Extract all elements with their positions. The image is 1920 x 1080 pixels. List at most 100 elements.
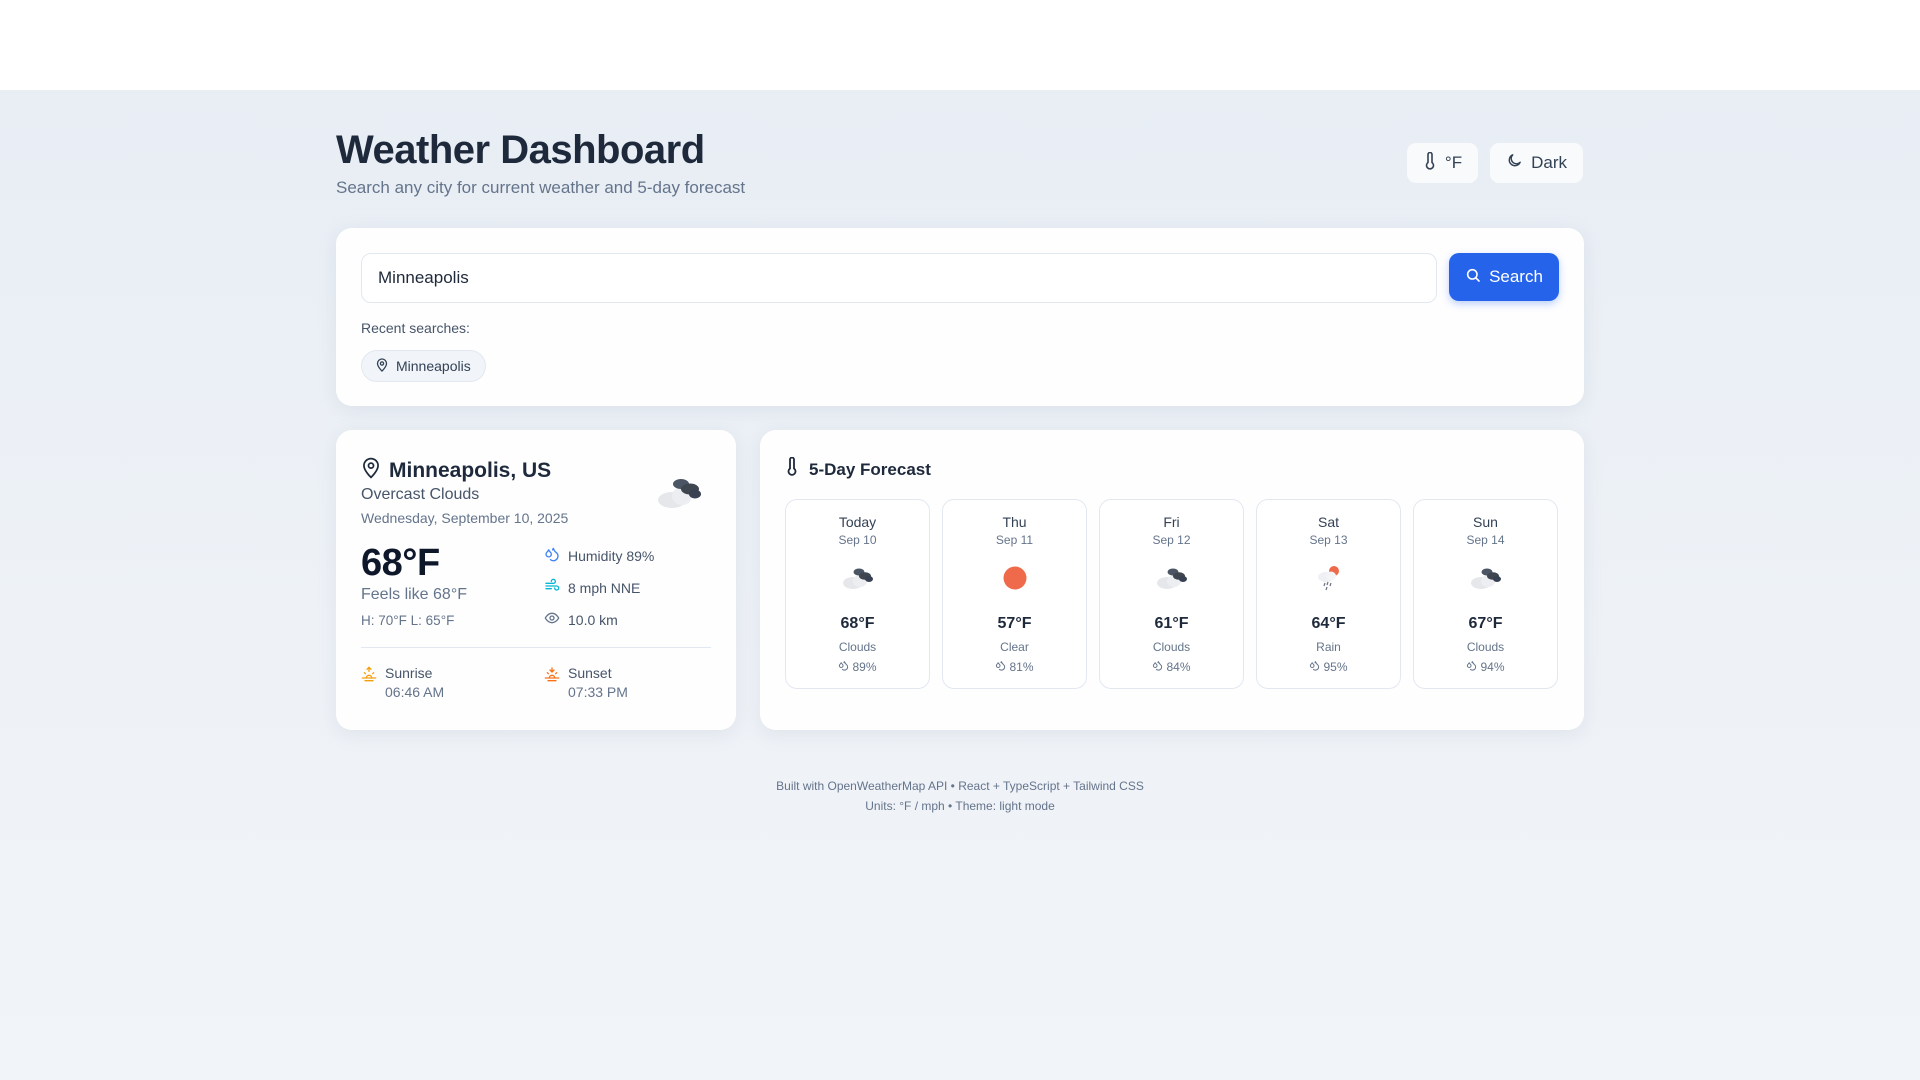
wind-value: 8 mph NNE (568, 579, 641, 596)
humidity-value: Humidity 89% (568, 547, 655, 564)
day-temperature: 67°F (1468, 615, 1503, 632)
page-footer: Built with OpenWeatherMap API • React + … (336, 776, 1584, 816)
recent-searches-label: Recent searches: (361, 320, 470, 336)
header-actions: °F Dark (1405, 142, 1584, 184)
day-date: Sep 11 (995, 533, 1034, 547)
overcast-clouds-icon (652, 468, 708, 517)
search-button[interactable]: Search (1449, 253, 1559, 301)
sunset-time: 07:33 PM (568, 684, 628, 700)
city-name: Minneapolis, US (389, 458, 552, 482)
current-temperature: 68°F (361, 542, 440, 584)
clouds-icon (1468, 562, 1504, 597)
page-subtitle: Search any city for current weather and … (336, 178, 746, 197)
feels-like: Feels like 68°F (361, 586, 467, 603)
day-humidity-value: 95% (1323, 660, 1348, 674)
footer-credits: Built with OpenWeatherMap API • React + … (776, 779, 1144, 793)
droplets-icon (995, 660, 1006, 674)
day-humidity: 81% (943, 660, 1086, 674)
forecast-card: 5-Day Forecast Today Sep 10 68°F Clouds … (760, 430, 1584, 730)
search-card: Search Recent searches: Minneapolis (336, 228, 1584, 406)
current-weather-card: Minneapolis, US Overcast Clouds Wednesda… (336, 430, 736, 730)
page-title: Weather Dashboard (336, 128, 705, 172)
day-name: Sat (1317, 514, 1339, 530)
day-date: Sep 10 (838, 533, 877, 547)
sun-icon (997, 562, 1033, 597)
current-date: Wednesday, September 10, 2025 (361, 510, 569, 526)
day-temperature: 61°F (1154, 615, 1189, 632)
forecast-day: Sat Sep 13 64°F Rain 95% (1256, 499, 1401, 689)
day-name: Thu (1002, 514, 1027, 530)
footer-settings: Units: °F / mph • Theme: light mode (865, 799, 1055, 813)
humidity-stat: Humidity 89% (544, 546, 654, 565)
day-condition: Clouds (1152, 640, 1191, 654)
day-temperature: 64°F (1311, 615, 1346, 632)
city-search-input[interactable] (361, 253, 1437, 303)
forecast-day: Sun Sep 14 67°F Clouds 94% (1413, 499, 1558, 689)
day-temperature: 68°F (840, 615, 875, 632)
map-pin-icon (376, 357, 388, 375)
day-date: Sep 13 (1309, 533, 1348, 547)
rain-icon (1311, 562, 1347, 597)
weather-description: Overcast Clouds (361, 486, 480, 503)
day-date: Sep 14 (1466, 533, 1505, 547)
droplets-icon (1466, 660, 1477, 674)
day-condition: Clouds (838, 640, 877, 654)
divider (361, 647, 711, 648)
day-humidity: 89% (786, 660, 929, 674)
thermometer-icon (1423, 151, 1437, 175)
unit-toggle-label: °F (1444, 153, 1463, 172)
search-icon (1465, 267, 1481, 288)
forecast-title: 5-Day Forecast (809, 459, 931, 479)
sunset-label: Sunset (568, 665, 612, 681)
page-header: Weather Dashboard Search any city for cu… (336, 126, 1584, 206)
day-humidity-value: 81% (1009, 660, 1034, 674)
sunrise-label: Sunrise (385, 665, 433, 681)
unit-toggle-button[interactable]: °F (1405, 142, 1480, 184)
forecast-day: Thu Sep 11 57°F Clear 81% (942, 499, 1087, 689)
visibility-value: 10.0 km (568, 611, 618, 628)
day-name: Today (838, 514, 877, 530)
top-bar (0, 0, 1920, 90)
day-humidity-value: 89% (852, 660, 877, 674)
city-row: Minneapolis, US (361, 457, 551, 484)
droplets-icon (838, 660, 849, 674)
clouds-icon (1154, 562, 1190, 597)
day-date: Sep 12 (1152, 533, 1191, 547)
theme-toggle-label: Dark (1531, 153, 1567, 172)
clouds-icon (840, 562, 876, 597)
search-button-label: Search (1489, 267, 1543, 286)
day-humidity: 94% (1414, 660, 1557, 674)
wind-icon (544, 578, 560, 597)
sunrise-icon (361, 666, 377, 687)
eye-icon (544, 610, 560, 629)
moon-icon (1506, 152, 1523, 174)
day-condition: Clouds (1466, 640, 1505, 654)
sunrise-item: Sunrise 06:46 AM (361, 664, 444, 702)
sunset-item: Sunset 07:33 PM (544, 664, 628, 702)
droplets-icon (544, 546, 560, 565)
day-condition: Clear (1000, 640, 1029, 654)
recent-search-chip[interactable]: Minneapolis (361, 350, 486, 382)
theme-toggle-button[interactable]: Dark (1489, 142, 1584, 184)
forecast-day: Fri Sep 12 61°F Clouds 84% (1099, 499, 1244, 689)
sunrise-time: 06:46 AM (385, 684, 445, 700)
sunset-icon (544, 666, 560, 687)
day-temperature: 57°F (997, 615, 1032, 632)
day-humidity: 95% (1257, 660, 1400, 674)
map-pin-icon (361, 457, 381, 484)
recent-search-label: Minneapolis (396, 358, 471, 374)
thermometer-icon (785, 456, 799, 482)
day-condition: Rain (1316, 640, 1341, 654)
high-low: H: 70°F L: 65°F (361, 613, 455, 628)
forecast-grid: Today Sep 10 68°F Clouds 89% Thu Sep 11 (785, 499, 1559, 689)
day-humidity-value: 94% (1480, 660, 1505, 674)
wind-stat: 8 mph NNE (544, 578, 640, 597)
day-humidity-value: 84% (1166, 660, 1191, 674)
visibility-stat: 10.0 km (544, 610, 618, 629)
day-humidity: 84% (1100, 660, 1243, 674)
droplets-icon (1309, 660, 1320, 674)
forecast-header: 5-Day Forecast (785, 456, 931, 482)
day-name: Sun (1473, 514, 1498, 530)
forecast-day: Today Sep 10 68°F Clouds 89% (785, 499, 930, 689)
droplets-icon (1152, 660, 1163, 674)
